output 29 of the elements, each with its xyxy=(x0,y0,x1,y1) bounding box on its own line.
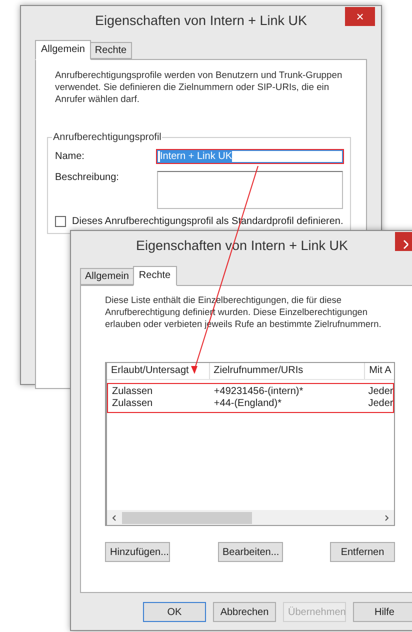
dialog-button[interactable]: Hilfe xyxy=(353,602,412,622)
action-button[interactable]: Hinzufügen... xyxy=(105,542,170,562)
checkbox[interactable] xyxy=(55,216,66,227)
table-cell-text: Jeder xyxy=(367,386,393,398)
table-cell-text: Zulassen xyxy=(111,386,154,398)
horizontal-scrollbar[interactable] xyxy=(107,510,394,525)
tab[interactable]: Rechte xyxy=(90,42,132,59)
tab[interactable]: Allgemein xyxy=(35,40,91,60)
table-cell-text: Zulassen xyxy=(111,398,154,410)
field-label: Name: xyxy=(55,150,86,162)
table-cell-text: Jeder xyxy=(367,398,393,410)
table-cell-text: +49231456-(intern)* xyxy=(212,386,304,398)
action-button[interactable]: Entfernen xyxy=(330,542,395,562)
column-header[interactable]: Zielrufnummer/URIs xyxy=(210,363,366,379)
dialog-button[interactable]: OK xyxy=(143,602,206,622)
description-text: Anrufberechtigungsprofile werden von Benutzern und Trunk-Gruppen verwendet. Sie definieren die Zielnummern oder SIP-URIs, die ein Anrufer wählen darf. xyxy=(55,69,344,105)
description-field[interactable] xyxy=(157,171,343,209)
column-header[interactable]: Mit A xyxy=(365,363,394,379)
window-title: Eigenschaften von Intern + Link UK xyxy=(94,12,307,28)
scroll-left-icon[interactable] xyxy=(110,514,118,522)
action-button[interactable]: Bearbeiten... xyxy=(218,542,282,562)
field-label: Beschreibung: xyxy=(55,171,120,183)
dialog-button[interactable]: Abbrechen xyxy=(213,602,276,622)
tab[interactable]: Allgemein xyxy=(80,268,134,285)
close-button[interactable]: × xyxy=(345,7,375,26)
table-cell-text: +44-(England)* xyxy=(212,398,282,410)
tab[interactable]: Rechte xyxy=(132,266,177,286)
group-title: Anrufberechtigungsprofil xyxy=(52,132,162,143)
scroll-right-icon[interactable] xyxy=(383,514,391,522)
